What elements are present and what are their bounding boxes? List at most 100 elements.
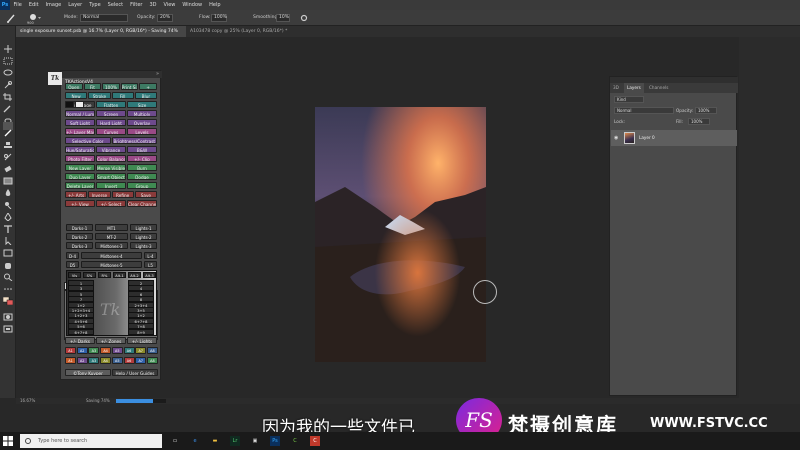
tk-button[interactable]: Overlay [127,119,157,126]
zoom-tool-icon[interactable] [3,266,13,282]
tk-button[interactable]: New [65,92,88,99]
spectrum-button[interactable]: Darks-1 [66,224,93,231]
file-explorer-icon[interactable]: ▬ [210,436,220,446]
brush-tool-icon[interactable] [6,13,16,23]
tk-color-chip[interactable]: A1 [65,347,76,354]
tk-color-chip[interactable]: A6 [123,357,135,364]
tk-button[interactable]: Color Balance [96,155,126,162]
flow-field[interactable]: 100% [211,14,227,22]
spectrum-button[interactable]: D5 [66,260,79,268]
tk-button[interactable]: +/- View [65,200,95,207]
type-tool-icon[interactable] [3,218,13,233]
tk-zone-button[interactable]: +/- Zones [96,337,126,344]
menu-help[interactable]: Help [206,2,224,8]
tk-button[interactable]: Fit [83,83,102,90]
tk-button[interactable]: Multiply [127,110,157,117]
tk-color-chip[interactable]: A5 [111,357,123,364]
spectrum-button[interactable]: MT1 [95,224,128,231]
menu-window[interactable]: Window [179,2,206,8]
tk-button[interactable]: B&W [127,146,157,153]
tk-color-chip[interactable]: A5 [111,347,123,354]
smoothing-field[interactable]: 10% [276,14,290,22]
quick-select-tool-icon[interactable] [3,74,13,89]
help-button[interactable]: Help / User Guides [112,369,158,376]
kind-filter-select[interactable]: Kind [614,96,644,103]
lasso-tool-icon[interactable] [3,62,13,76]
tk-color-chip[interactable]: A3 [88,347,100,354]
tk-button[interactable]: Burn [127,164,157,171]
tk-color-chip[interactable]: A8 [146,347,158,354]
pen-tool-icon[interactable] [3,206,13,222]
spectrum-button[interactable]: MT-2 [95,233,128,241]
tk-color-chip[interactable]: A8 [146,357,158,364]
lightroom-icon[interactable]: Lr [230,436,240,446]
layer-fill-field[interactable]: 100% [688,118,710,125]
brush-tool-icon[interactable] [3,122,13,137]
spectrum-button[interactable]: Midtones-5 [81,260,142,268]
stamp-tool-icon[interactable] [3,134,13,148]
tk-color-chip[interactable]: A6 [123,347,135,354]
tk-button[interactable]: Normal / Lum [65,110,95,117]
panel-header[interactable]: » [61,71,162,78]
gear-icon[interactable] [300,14,308,22]
zone-grid-button[interactable]: S% [83,272,96,278]
tk-button[interactable]: Blur [134,92,157,99]
opacity-field[interactable]: 20% [157,14,173,22]
healing-tool-icon[interactable] [3,110,13,124]
tk-color-chip[interactable]: A3 [88,357,100,364]
zone-grid-button[interactable]: 8+9 [128,328,154,335]
tk-button[interactable]: Stroke [88,92,111,99]
tk-color-chip[interactable]: A7 [135,347,147,354]
tk-zone-button[interactable]: +/- Lights [127,337,157,344]
menu-image[interactable]: Image [42,2,65,8]
tk-color-chip[interactable]: A7 [135,357,147,364]
zone-grid-button[interactable]: Alt-3 [143,272,156,278]
app-icon[interactable]: C [290,436,300,446]
menu-edit[interactable]: Edit [25,2,42,8]
tk-button[interactable]: New Layer [65,164,95,171]
tk-swatch[interactable] [75,101,84,108]
mode-select[interactable]: Normal [80,14,128,22]
tab-3d[interactable]: 3D [610,83,622,93]
tk-button[interactable]: Vibrance [96,146,126,153]
tk-button[interactable]: +/- Select [96,200,126,207]
tab-single-exposure[interactable]: single exposure sunset.psb @ 16.7% (Laye… [16,26,186,37]
tk-zone-button[interactable]: +/- Darks [65,337,95,344]
tk-button[interactable]: Size [127,101,157,108]
tk-button[interactable]: Photo Filter [65,155,95,162]
layer-row[interactable]: ◉ Layer 0 [611,130,737,146]
tk-button[interactable]: Flatten [96,101,126,108]
spectrum-button[interactable]: Lights-1 [130,224,157,231]
tk-color-chip[interactable]: A4 [100,347,112,354]
path-select-tool-icon[interactable] [3,230,13,246]
spectrum-button[interactable]: L5 [144,260,157,268]
tk-button[interactable]: Delete Layer [65,182,95,189]
spectrum-button[interactable]: Lights-2 [130,233,157,241]
tk-button[interactable]: +/- Clip [127,155,157,162]
eyedropper-tool-icon[interactable] [3,98,13,113]
taskbar-search-input[interactable]: Type here to search [20,434,162,448]
screen-mode-icon[interactable] [3,318,13,333]
layer-opacity-field[interactable]: 100% [695,107,717,114]
edge-icon[interactable]: e [190,436,200,446]
tk-button[interactable]: 100% [102,83,120,90]
spectrum-button[interactable]: Darks-3 [66,242,93,250]
tk-button[interactable]: Soft Light [65,119,95,126]
tk-button[interactable]: Print Size [120,83,139,90]
tk-button[interactable]: Merge Visible [96,164,126,171]
tk-button[interactable]: +/- Layer Mask [65,128,95,135]
blur-tool-icon[interactable] [3,182,13,196]
tk-button[interactable]: +/- Arts [65,191,88,198]
more-tools-icon[interactable] [3,278,13,290]
tk-button[interactable]: Dup Layer [65,173,95,180]
menu-type[interactable]: Type [86,2,104,8]
spectrum-button[interactable]: D-4 [66,251,79,259]
windows-start-icon[interactable] [3,436,13,446]
tk-button[interactable]: Hue/Saturation [65,146,95,153]
menu-file[interactable]: File [10,2,25,8]
zone-grid-button[interactable]: 6+7+8 [68,328,94,335]
tk-button[interactable]: Group [127,182,157,189]
tk-button[interactable]: Save [134,191,157,198]
tk-color-chip[interactable]: A1 [65,357,76,364]
tab-a103478[interactable]: A103478 copy @ 25% (Layer 0, RGB/16*) * [186,26,306,37]
